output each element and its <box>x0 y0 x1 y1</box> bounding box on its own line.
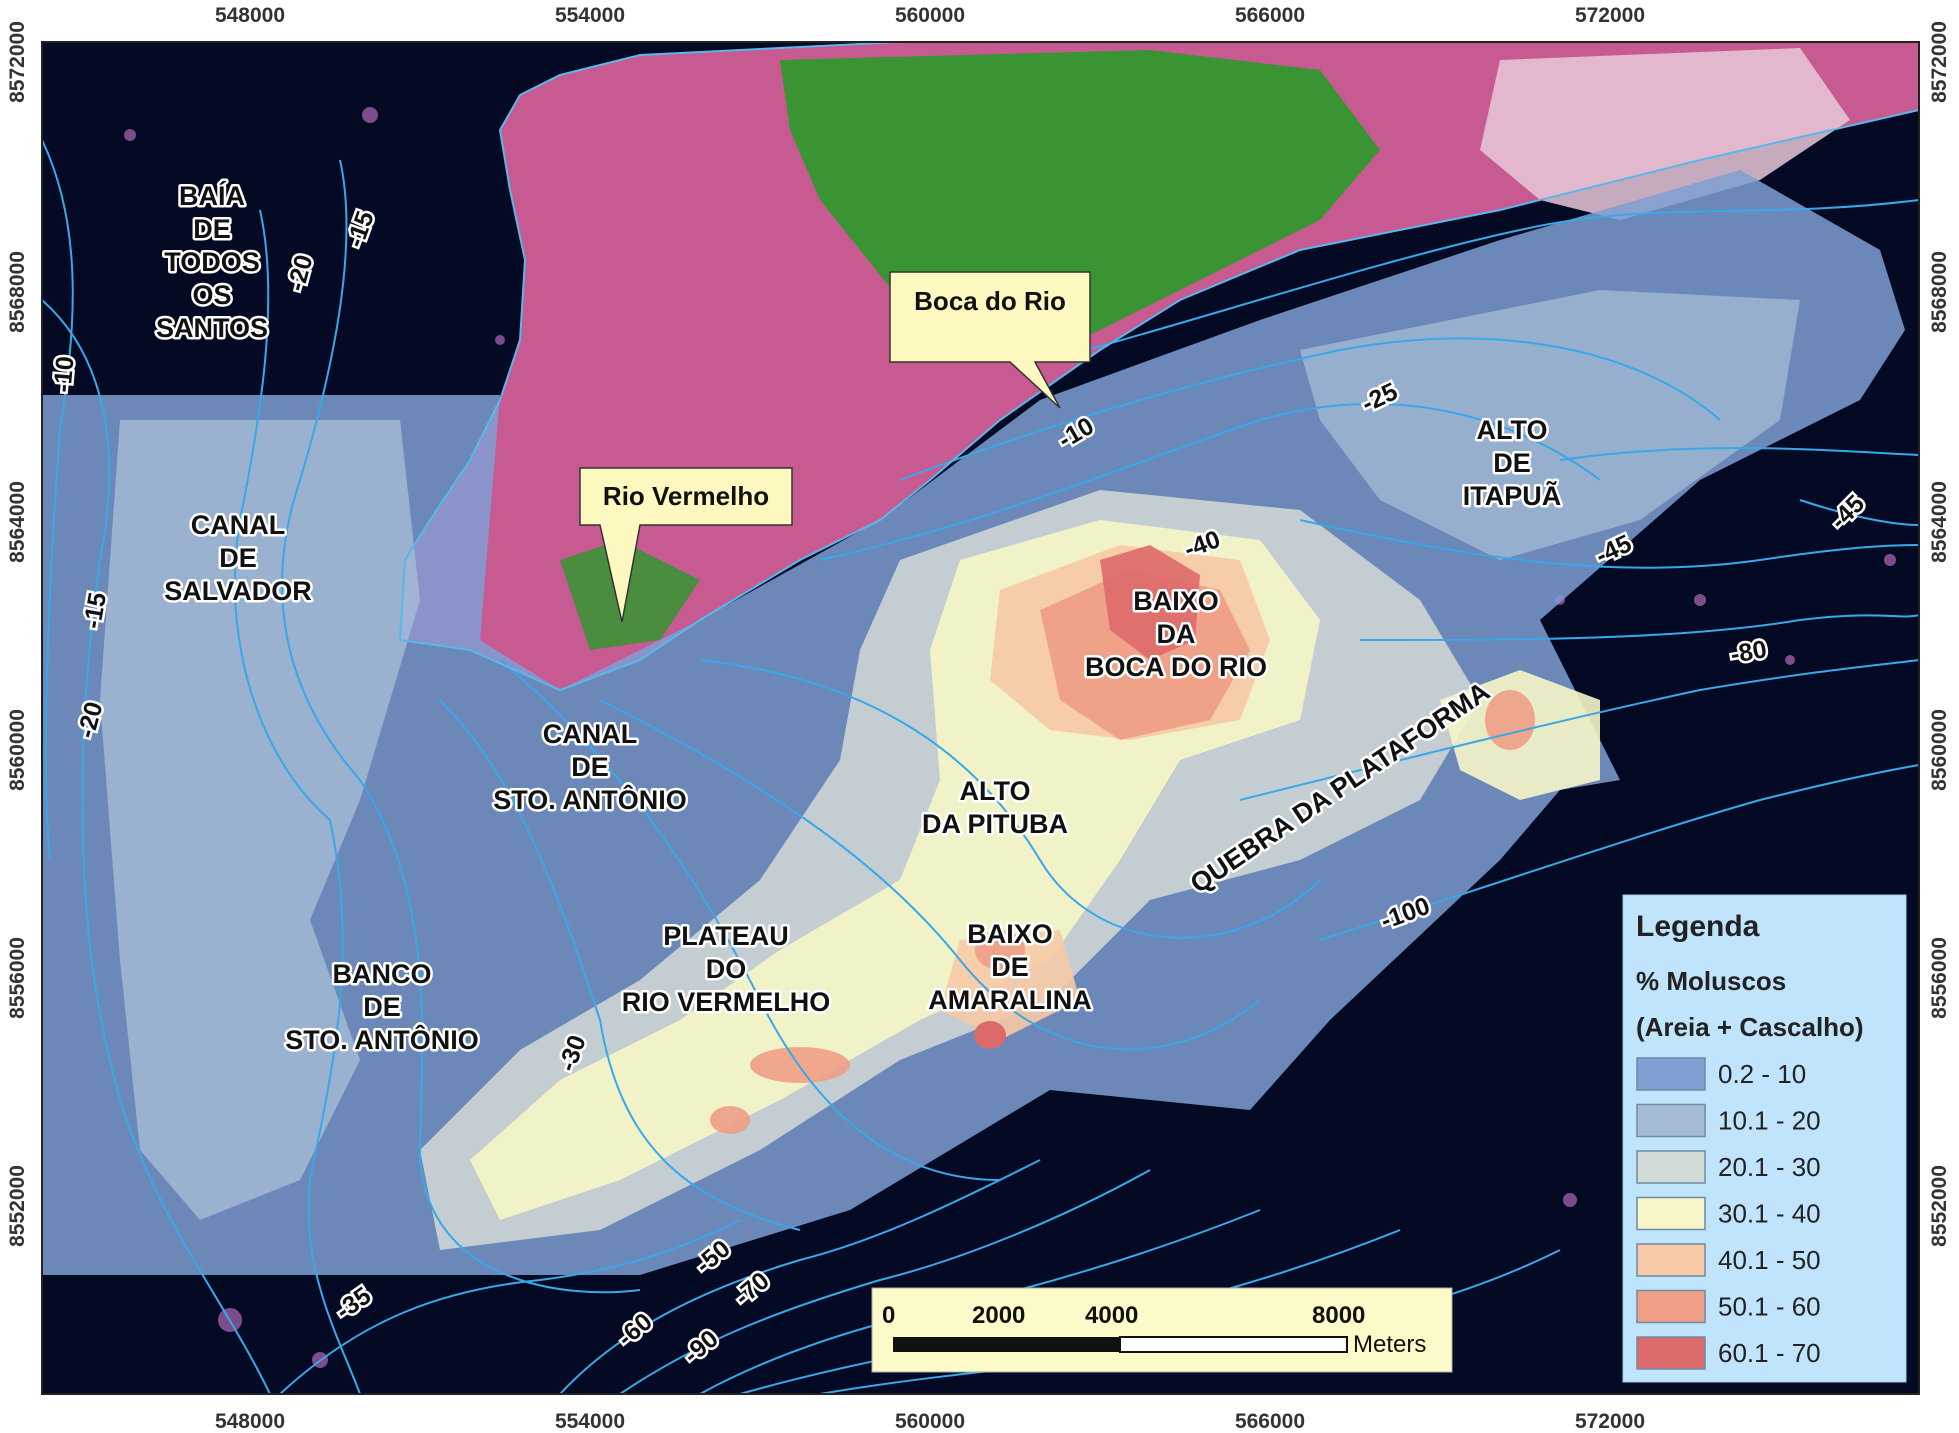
x-tick-bottom: 572000 <box>1575 1410 1645 1433</box>
legend-swatch <box>1636 1336 1706 1370</box>
y-tick-right: 8552000 <box>1928 1165 1951 1247</box>
legend-title: Legenda <box>1636 910 1760 943</box>
x-tick-top: 566000 <box>1235 4 1305 27</box>
legend-swatch <box>1636 1196 1706 1231</box>
contour-label: -10 <box>49 355 80 393</box>
scale-bar: 0 2000 4000 8000 Meters <box>871 1287 1453 1373</box>
y-tick-left: 8552000 <box>6 1165 29 1247</box>
legend-subtitle-2: (Areia + Cascalho) <box>1636 1012 1864 1042</box>
legend-class-label: 20.1 - 30 <box>1718 1152 1821 1182</box>
legend-swatch <box>1636 1243 1706 1277</box>
y-tick-left: 8572000 <box>6 21 29 103</box>
legend-class-label: 10.1 - 20 <box>1718 1106 1821 1136</box>
scale-segment-black <box>893 1337 1120 1352</box>
scale-unit: Meters <box>1353 1331 1426 1358</box>
x-tick-top: 572000 <box>1575 4 1645 27</box>
sediment-spot-60-70 <box>974 1021 1006 1049</box>
legend-swatch <box>1636 1150 1706 1184</box>
y-tick-left: 8564000 <box>6 481 29 563</box>
scale-bar-bg <box>871 1287 1453 1373</box>
y-tick-right: 8564000 <box>1928 481 1951 563</box>
x-tick-bottom: 560000 <box>895 1410 965 1433</box>
legend-class-label: 0.2 - 10 <box>1718 1059 1806 1089</box>
legend-class-label: 60.1 - 70 <box>1718 1338 1821 1368</box>
scale-label-2000: 2000 <box>972 1302 1025 1329</box>
y-tick-left: 8568000 <box>6 251 29 333</box>
legend-swatch <box>1636 1103 1706 1138</box>
y-tick-left: 8556000 <box>6 937 29 1019</box>
legend-class-label: 50.1 - 60 <box>1718 1292 1821 1322</box>
scale-label-8000: 8000 <box>1312 1302 1365 1329</box>
callout-label: Rio Vermelho <box>603 481 769 511</box>
y-tick-right: 8572000 <box>1928 21 1951 103</box>
scale-segment-white <box>1119 1336 1348 1353</box>
callout-label: Boca do Rio <box>914 286 1066 316</box>
x-tick-bottom: 566000 <box>1235 1410 1305 1433</box>
legend-class-label: 40.1 - 50 <box>1718 1245 1821 1275</box>
x-tick-top: 548000 <box>215 4 285 27</box>
y-tick-left: 8560000 <box>6 709 29 791</box>
legend-subtitle: % Moluscos <box>1636 966 1786 996</box>
y-tick-right: 8556000 <box>1928 937 1951 1019</box>
x-tick-bottom: 554000 <box>555 1410 625 1433</box>
y-tick-right: 8568000 <box>1928 251 1951 333</box>
legend-swatch <box>1636 1289 1706 1324</box>
legend-class-label: 30.1 - 40 <box>1718 1199 1821 1229</box>
scale-label-4000: 4000 <box>1085 1302 1138 1329</box>
map-figure: BAÍA DE TODOS OS SANTOSCANAL DE SALVADORCANAL D… <box>6 4 1951 1433</box>
x-tick-top: 560000 <box>895 4 965 27</box>
legend: Legenda % Moluscos (Areia + Cascalho) 0.… <box>1622 894 1907 1383</box>
legend-swatch <box>1636 1057 1706 1091</box>
x-tick-top: 554000 <box>555 4 625 27</box>
x-tick-bottom: 548000 <box>215 1410 285 1433</box>
scale-label-0: 0 <box>882 1302 895 1329</box>
y-tick-right: 8560000 <box>1928 709 1951 791</box>
